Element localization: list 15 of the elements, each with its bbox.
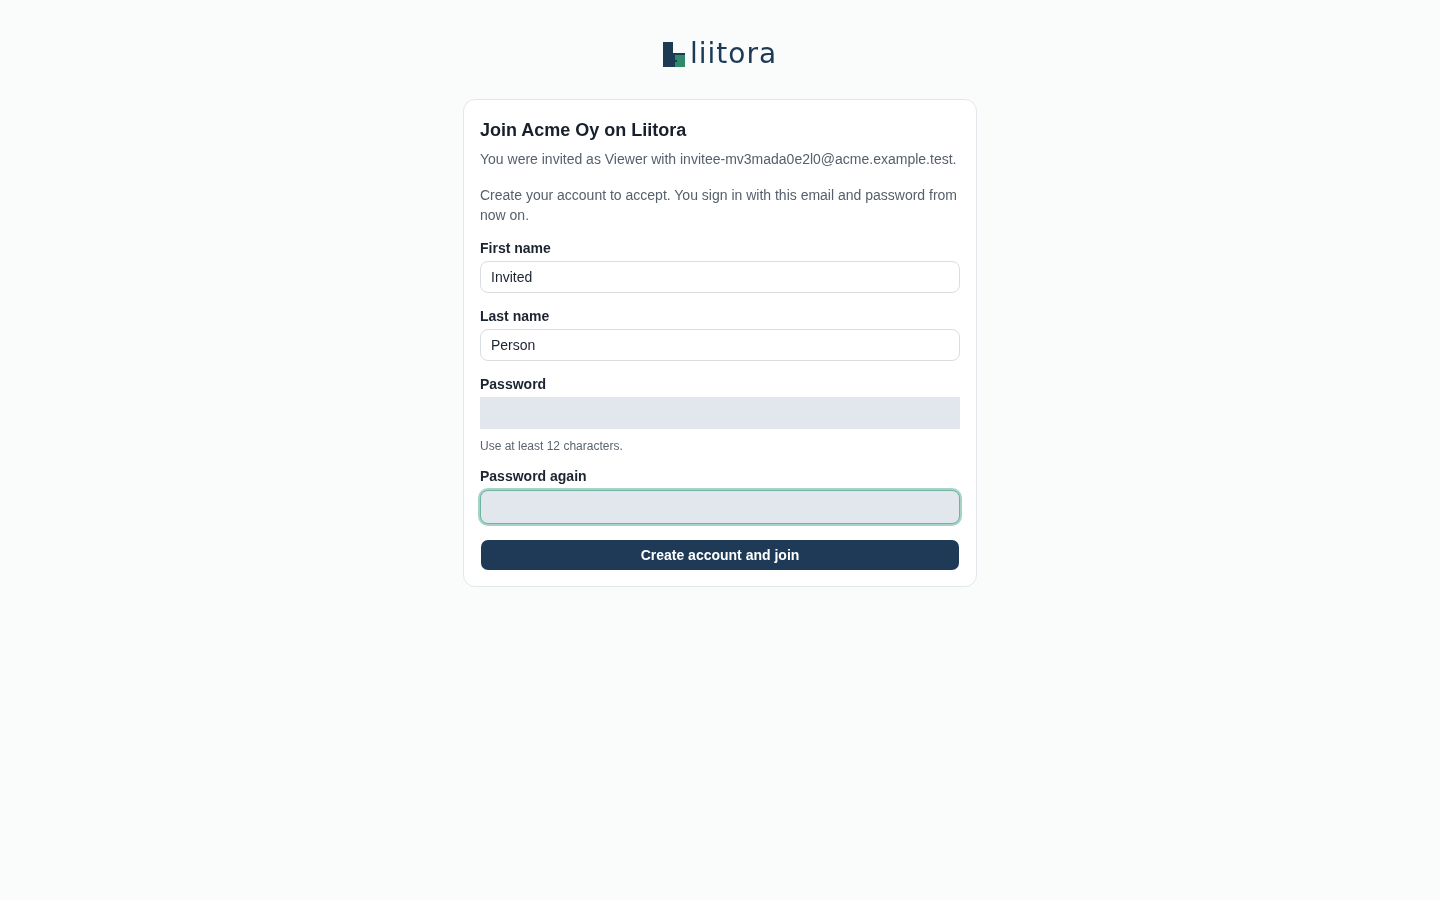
intro-text: Create your account to accept. You sign in with this email and password from now on. bbox=[480, 186, 959, 225]
text-field[interactable]: Person bbox=[480, 329, 960, 361]
field-label: Password again bbox=[480, 467, 587, 485]
logo-icon bbox=[662, 42, 685, 67]
password-field[interactable] bbox=[480, 397, 960, 429]
field-label: Last name bbox=[480, 307, 550, 325]
field-label: Password bbox=[480, 375, 547, 393]
submit-button[interactable]: Create account and join bbox=[481, 540, 959, 570]
field-hint: Use at least 12 characters. bbox=[480, 439, 623, 453]
password-field[interactable] bbox=[480, 490, 960, 524]
field-label: First name bbox=[480, 239, 551, 257]
logo-wordmark: liitora bbox=[689, 40, 778, 68]
intro-text: You were invited as Viewer with invitee-mv3mada0e2l0@acme.example.test. bbox=[480, 150, 958, 169]
text-field[interactable]: Invited bbox=[480, 261, 960, 293]
card-title: Join Acme Oy on Liitora bbox=[480, 119, 688, 142]
